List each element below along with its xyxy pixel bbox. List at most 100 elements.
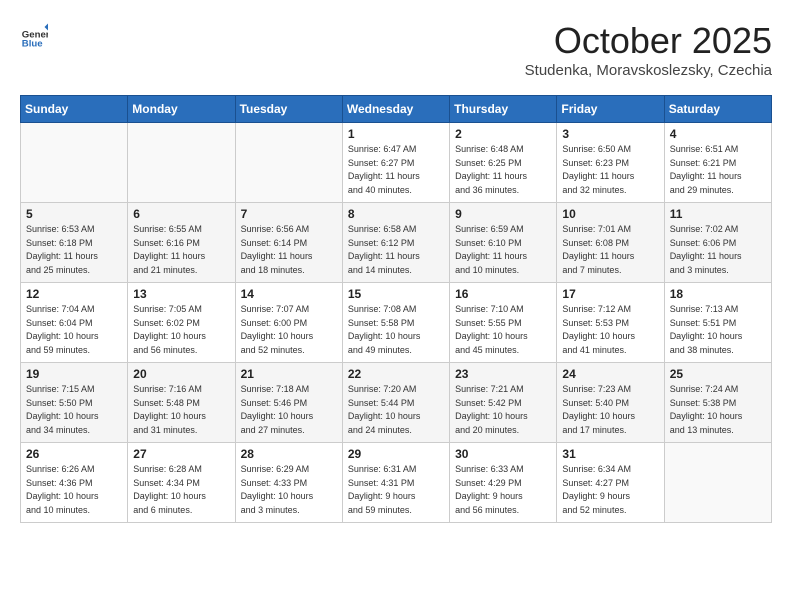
day-number: 18 <box>670 287 766 301</box>
calendar-week-row: 19Sunrise: 7:15 AM Sunset: 5:50 PM Dayli… <box>21 363 772 443</box>
calendar-header: SundayMondayTuesdayWednesdayThursdayFrid… <box>21 96 772 123</box>
calendar-cell <box>128 123 235 203</box>
day-number: 12 <box>26 287 122 301</box>
day-info: Sunrise: 6:34 AM Sunset: 4:27 PM Dayligh… <box>562 463 658 517</box>
calendar-cell: 13Sunrise: 7:05 AM Sunset: 6:02 PM Dayli… <box>128 283 235 363</box>
day-info: Sunrise: 7:21 AM Sunset: 5:42 PM Dayligh… <box>455 383 551 437</box>
weekday-header: Sunday <box>21 96 128 123</box>
day-number: 7 <box>241 207 337 221</box>
calendar-cell: 20Sunrise: 7:16 AM Sunset: 5:48 PM Dayli… <box>128 363 235 443</box>
day-info: Sunrise: 6:59 AM Sunset: 6:10 PM Dayligh… <box>455 223 551 277</box>
day-info: Sunrise: 7:02 AM Sunset: 6:06 PM Dayligh… <box>670 223 766 277</box>
day-number: 8 <box>348 207 444 221</box>
logo: General Blue <box>20 20 48 48</box>
day-number: 24 <box>562 367 658 381</box>
day-info: Sunrise: 7:08 AM Sunset: 5:58 PM Dayligh… <box>348 303 444 357</box>
day-number: 17 <box>562 287 658 301</box>
day-info: Sunrise: 6:26 AM Sunset: 4:36 PM Dayligh… <box>26 463 122 517</box>
weekday-header: Saturday <box>664 96 771 123</box>
day-info: Sunrise: 7:04 AM Sunset: 6:04 PM Dayligh… <box>26 303 122 357</box>
calendar-cell: 28 Sunrise: 6:29 AM Sunset: 4:33 PM Dayli… <box>235 443 342 523</box>
day-info: Sunrise: 7:15 AM Sunset: 5:50 PM Dayligh… <box>26 383 122 437</box>
day-info: Sunrise: 6:56 AM Sunset: 6:14 PM Dayligh… <box>241 223 337 277</box>
month-title: October 2025 <box>525 20 772 62</box>
calendar-cell: 8 Sunrise: 6:58 AM Sunset: 6:12 PM Daylig… <box>342 203 449 283</box>
day-number: 2 <box>455 127 551 141</box>
day-info: Sunrise: 7:13 AM Sunset: 5:51 PM Dayligh… <box>670 303 766 357</box>
calendar-cell: 30 Sunrise: 6:33 AM Sunset: 4:29 PM Dayli… <box>450 443 557 523</box>
day-number: 11 <box>670 207 766 221</box>
day-number: 31 <box>562 447 658 461</box>
day-number: 26 <box>26 447 122 461</box>
calendar-week-row: 12 Sunrise: 7:04 AM Sunset: 6:04 PM Dayli… <box>21 283 772 363</box>
day-number: 23 <box>455 367 551 381</box>
weekday-header: Friday <box>557 96 664 123</box>
calendar-cell: 27 Sunrise: 6:28 AM Sunset: 4:34 PM Dayli… <box>128 443 235 523</box>
calendar-cell: 3 Sunrise: 6:50 AM Sunset: 6:23 PM Daylig… <box>557 123 664 203</box>
day-number: 3 <box>562 127 658 141</box>
calendar-cell: 22 Sunrise: 7:20 AM Sunset: 5:44 PM Dayli… <box>342 363 449 443</box>
calendar-cell: 2 Sunrise: 6:48 AM Sunset: 6:25 PM Daylig… <box>450 123 557 203</box>
day-number: 5 <box>26 207 122 221</box>
day-number: 9 <box>455 207 551 221</box>
day-info: Sunrise: 6:47 AM Sunset: 6:27 PM Dayligh… <box>348 143 444 197</box>
calendar-cell: 7 Sunrise: 6:56 AM Sunset: 6:14 PM Daylig… <box>235 203 342 283</box>
day-number: 30 <box>455 447 551 461</box>
day-number: 1 <box>348 127 444 141</box>
day-number: 10 <box>562 207 658 221</box>
calendar-cell: 24Sunrise: 7:23 AM Sunset: 5:40 PM Dayli… <box>557 363 664 443</box>
page-header: General Blue October 2025 Studenka, Mora… <box>20 20 772 79</box>
calendar-cell: 15 Sunrise: 7:08 AM Sunset: 5:58 PM Dayli… <box>342 283 449 363</box>
day-info: Sunrise: 6:58 AM Sunset: 6:12 PM Dayligh… <box>348 223 444 277</box>
calendar-cell: 11 Sunrise: 7:02 AM Sunset: 6:06 PM Dayli… <box>664 203 771 283</box>
calendar-cell: 1 Sunrise: 6:47 AM Sunset: 6:27 PM Daylig… <box>342 123 449 203</box>
day-number: 16 <box>455 287 551 301</box>
day-info: Sunrise: 7:10 AM Sunset: 5:55 PM Dayligh… <box>455 303 551 357</box>
svg-text:Blue: Blue <box>22 38 43 48</box>
calendar-cell: 19Sunrise: 7:15 AM Sunset: 5:50 PM Dayli… <box>21 363 128 443</box>
weekday-header: Tuesday <box>235 96 342 123</box>
day-number: 20 <box>133 367 229 381</box>
location-subtitle: Studenka, Moravskoslezsky, Czechia <box>525 62 772 79</box>
day-info: Sunrise: 6:48 AM Sunset: 6:25 PM Dayligh… <box>455 143 551 197</box>
calendar-cell: 12 Sunrise: 7:04 AM Sunset: 6:04 PM Dayli… <box>21 283 128 363</box>
calendar-cell: 29Sunrise: 6:31 AM Sunset: 4:31 PM Dayli… <box>342 443 449 523</box>
day-info: Sunrise: 7:18 AM Sunset: 5:46 PM Dayligh… <box>241 383 337 437</box>
calendar-cell: 26 Sunrise: 6:26 AM Sunset: 4:36 PM Dayli… <box>21 443 128 523</box>
day-info: Sunrise: 6:28 AM Sunset: 4:34 PM Dayligh… <box>133 463 229 517</box>
weekday-header: Wednesday <box>342 96 449 123</box>
day-number: 25 <box>670 367 766 381</box>
weekday-header: Monday <box>128 96 235 123</box>
day-number: 14 <box>241 287 337 301</box>
calendar-cell: 4Sunrise: 6:51 AM Sunset: 6:21 PM Daylig… <box>664 123 771 203</box>
day-info: Sunrise: 7:07 AM Sunset: 6:00 PM Dayligh… <box>241 303 337 357</box>
calendar-week-row: 26 Sunrise: 6:26 AM Sunset: 4:36 PM Dayli… <box>21 443 772 523</box>
day-info: Sunrise: 7:01 AM Sunset: 6:08 PM Dayligh… <box>562 223 658 277</box>
day-number: 4 <box>670 127 766 141</box>
calendar-week-row: 1 Sunrise: 6:47 AM Sunset: 6:27 PM Daylig… <box>21 123 772 203</box>
day-info: Sunrise: 6:50 AM Sunset: 6:23 PM Dayligh… <box>562 143 658 197</box>
calendar-cell: 17Sunrise: 7:12 AM Sunset: 5:53 PM Dayli… <box>557 283 664 363</box>
calendar-cell: 14 Sunrise: 7:07 AM Sunset: 6:00 PM Dayli… <box>235 283 342 363</box>
calendar-cell: 23 Sunrise: 7:21 AM Sunset: 5:42 PM Dayli… <box>450 363 557 443</box>
day-number: 13 <box>133 287 229 301</box>
day-info: Sunrise: 7:24 AM Sunset: 5:38 PM Dayligh… <box>670 383 766 437</box>
day-info: Sunrise: 6:33 AM Sunset: 4:29 PM Dayligh… <box>455 463 551 517</box>
day-number: 15 <box>348 287 444 301</box>
day-number: 21 <box>241 367 337 381</box>
calendar-cell: 6 Sunrise: 6:55 AM Sunset: 6:16 PM Daylig… <box>128 203 235 283</box>
day-info: Sunrise: 6:55 AM Sunset: 6:16 PM Dayligh… <box>133 223 229 277</box>
weekday-header: Thursday <box>450 96 557 123</box>
calendar-table: SundayMondayTuesdayWednesdayThursdayFrid… <box>20 95 772 523</box>
day-info: Sunrise: 6:53 AM Sunset: 6:18 PM Dayligh… <box>26 223 122 277</box>
day-number: 6 <box>133 207 229 221</box>
day-number: 28 <box>241 447 337 461</box>
calendar-cell <box>235 123 342 203</box>
logo-icon: General Blue <box>20 20 48 48</box>
day-info: Sunrise: 6:29 AM Sunset: 4:33 PM Dayligh… <box>241 463 337 517</box>
day-number: 27 <box>133 447 229 461</box>
calendar-cell: 21 Sunrise: 7:18 AM Sunset: 5:46 PM Dayli… <box>235 363 342 443</box>
day-number: 22 <box>348 367 444 381</box>
day-info: Sunrise: 7:20 AM Sunset: 5:44 PM Dayligh… <box>348 383 444 437</box>
day-info: Sunrise: 6:31 AM Sunset: 4:31 PM Dayligh… <box>348 463 444 517</box>
